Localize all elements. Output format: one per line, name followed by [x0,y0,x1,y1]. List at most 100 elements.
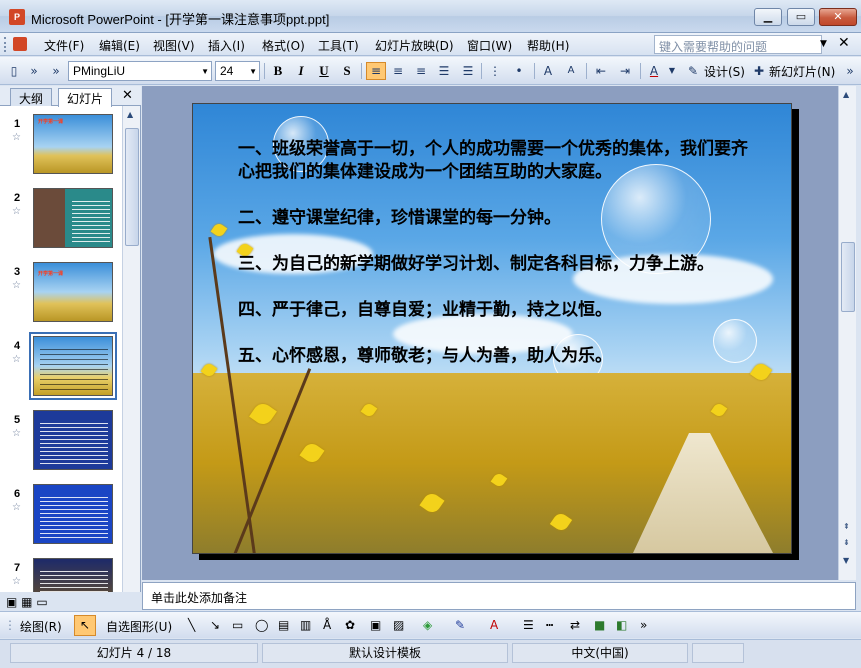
chevron-down-icon[interactable]: ▼ [249,67,257,76]
slide-thumbnail[interactable]: 开学第一课 [33,114,113,174]
toolbar-overflow-icon[interactable]: » [48,63,64,79]
slide-thumbnail-row[interactable]: 4 ☆ [0,332,122,400]
minimize-button[interactable]: ▁ [754,8,782,26]
underline-button[interactable]: U [314,62,334,80]
font-color-icon[interactable]: A [646,63,662,79]
slide-thumbnail-selected[interactable] [29,332,117,400]
increase-font-size-icon[interactable]: A [540,63,556,79]
slide-thumbnail[interactable] [33,188,113,248]
toolbar-grip[interactable]: ⋮ [4,618,16,632]
slide-thumbnail-row[interactable]: 2 ☆ [0,188,122,252]
rectangle-tool-icon[interactable]: ▭ [232,618,243,632]
numbering-icon[interactable]: ⋮ [487,63,503,79]
scroll-up-icon[interactable]: ▲ [127,110,133,119]
line-style-icon[interactable]: ☰ [523,618,534,632]
clip-art-icon[interactable]: ▣ [370,618,381,632]
tab-outline[interactable]: 大纲 [10,88,53,106]
dash-style-icon[interactable]: ┅ [546,618,553,632]
slide-thumbnail-row[interactable]: 5 ☆ [0,410,122,474]
distributed-icon[interactable]: ☰ [460,63,476,79]
current-slide[interactable]: 一、班级荣誉高于一切，个人的成功需要一个优秀的集体，我们要齐心把我们的集体建设成… [192,103,792,554]
slide-thumbnail[interactable] [33,484,113,544]
align-center-icon[interactable]: ≡ [390,63,406,79]
slide-thumbnail[interactable] [33,558,113,592]
toolbar-options-icon[interactable]: » [26,63,42,79]
powerpoint-app-icon[interactable]: P [9,9,25,25]
line-tool-icon[interactable]: ╲ [188,618,195,632]
menu-tools[interactable]: 工具(T) [318,37,359,54]
restore-button[interactable]: ▭ [787,8,815,26]
align-right-icon[interactable]: ≡ [413,63,429,79]
draw-menu-button[interactable]: 绘图(R) [20,618,62,635]
decrease-font-size-icon[interactable]: A [563,63,579,79]
align-left-icon[interactable]: ≡ [366,62,386,80]
scroll-thumb[interactable] [841,242,855,312]
autoshapes-menu-button[interactable]: 自选图形(U) [106,618,172,635]
menu-slideshow[interactable]: 幻灯片放映(D) [375,37,454,54]
arrow-tool-icon[interactable]: ↘ [210,618,220,632]
chevron-down-icon[interactable]: ▼ [664,63,680,79]
font-name-select[interactable]: PMingLiU ▼ [68,61,212,81]
scroll-up-icon[interactable]: ▲ [843,90,849,99]
increase-indent-icon[interactable]: ⇥ [617,63,633,79]
arrow-style-icon[interactable]: ⇄ [570,618,580,632]
new-slide-icon[interactable]: ✚ [751,63,767,79]
previous-slide-icon[interactable]: ⇞ [843,522,850,531]
menu-window[interactable]: 窗口(W) [467,37,512,54]
slide-thumbnail-row[interactable]: 7 ☆ [0,558,122,592]
text-box-icon[interactable]: ▤ [278,618,289,632]
wordart-icon[interactable]: Å [323,618,331,632]
toolbar-overflow-icon[interactable]: » [640,618,647,632]
bold-button[interactable]: B [268,62,288,80]
line-color-icon[interactable]: ✎ [455,618,465,632]
bullets-icon[interactable]: • [511,63,527,79]
help-search-input[interactable]: 键入需要帮助的问题 [654,35,822,54]
menu-format[interactable]: 格式(O) [262,37,305,54]
thumbnails-scrollbar[interactable]: ▲ [122,106,140,592]
close-pane-icon[interactable]: ✕ [122,88,133,103]
scroll-down-icon[interactable]: ▼ [843,556,849,565]
select-objects-icon[interactable]: ↖ [74,615,96,636]
design-template-status[interactable]: 默认设计模板 [262,643,508,663]
picture-icon[interactable]: ▨ [393,618,404,632]
vertical-text-box-icon[interactable]: ▥ [300,618,311,632]
design-icon[interactable]: ✎ [685,63,701,79]
new-slide-button[interactable]: 新幻灯片(N) [769,63,835,80]
slide-thumbnail-row[interactable]: 1 ☆ 开学第一课 [0,114,122,178]
3d-style-icon[interactable]: ◧ [616,618,627,632]
document-icon[interactable] [13,37,27,51]
design-button[interactable]: 设计(S) [704,63,745,80]
menu-edit[interactable]: 编辑(E) [99,37,140,54]
menu-help[interactable]: 帮助(H) [527,37,569,54]
slide-body-text[interactable]: 一、班级荣誉高于一切，个人的成功需要一个优秀的集体，我们要齐心把我们的集体建设成… [238,138,748,391]
shadow-button[interactable]: S [337,62,357,80]
toolbar-overflow-icon[interactable]: » [842,63,858,79]
chevron-down-icon[interactable]: ▼ [820,39,827,49]
diagram-icon[interactable]: ✿ [345,618,355,632]
slide-thumbnail-row[interactable]: 3 ☆ 开学第一课 [0,262,122,326]
oval-tool-icon[interactable]: ◯ [255,618,268,632]
slide-thumbnail-row[interactable]: 6 ☆ [0,484,122,548]
close-document-icon[interactable]: ✕ [838,35,850,51]
menu-file[interactable]: 文件(F) [44,37,84,54]
font-color-icon[interactable]: A [490,618,498,632]
slide-thumbnail[interactable] [33,410,113,470]
new-document-icon[interactable]: ▯ [6,63,22,79]
shadow-style-icon[interactable]: ■ [594,618,605,632]
slide-sorter-view-icon[interactable]: ▦ [21,595,32,609]
italic-button[interactable]: I [291,62,311,80]
scroll-thumb[interactable] [125,128,139,246]
tab-slides[interactable]: 幻灯片 [58,88,113,107]
slide-thumbnail[interactable]: 开学第一课 [33,262,113,322]
slide-scrollbar[interactable]: ▲ ⇞ ⇟ ▼ [838,86,856,580]
menu-insert[interactable]: 插入(I) [208,37,245,54]
decrease-indent-icon[interactable]: ⇤ [593,63,609,79]
font-size-select[interactable]: 24 ▼ [215,61,260,81]
normal-view-icon[interactable]: ▣ [6,595,17,609]
justify-icon[interactable]: ☰ [436,63,452,79]
chevron-down-icon[interactable]: ▼ [201,67,209,76]
notes-pane[interactable]: 单击此处添加备注 [142,582,856,610]
toolbar-grip[interactable] [4,37,8,52]
menu-view[interactable]: 视图(V) [153,37,195,54]
fill-color-icon[interactable]: ◈ [423,618,432,632]
